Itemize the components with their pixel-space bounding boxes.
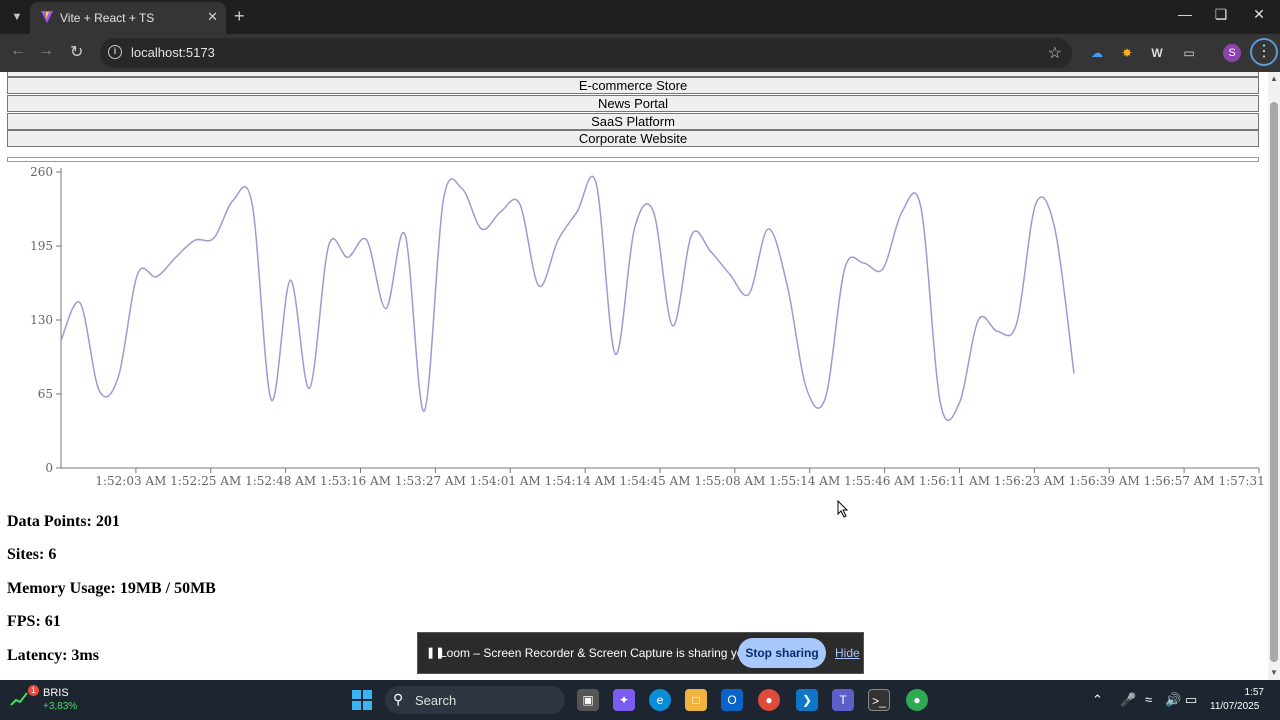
notification-badge: 1	[28, 685, 39, 696]
chrome-profile-icon[interactable]: ●	[906, 689, 928, 711]
taskbar-search[interactable]: ⚲ Search	[385, 686, 565, 714]
stop-sharing-button[interactable]: Stop sharing	[738, 638, 826, 668]
page-content: E-commerce Store News Portal SaaS Platfo…	[0, 72, 1268, 680]
x-tick-label: 1:53:27 AM	[395, 474, 466, 488]
battery-icon[interactable]: ▭	[1185, 692, 1197, 708]
x-tick-label: 1:57:31 AM	[1218, 474, 1268, 488]
x-tick-label: 1:54:45 AM	[619, 474, 690, 488]
url-text[interactable]: localhost:5173	[131, 45, 215, 60]
sites-stat: Sites: 6	[7, 546, 57, 563]
star-icon[interactable]: ☆	[1048, 43, 1062, 63]
back-icon[interactable]: ←	[10, 42, 26, 60]
restore-icon[interactable]: ❏	[1206, 6, 1236, 23]
x-tick-label: 1:55:08 AM	[694, 474, 765, 488]
x-tick-label: 1:56:57 AM	[1144, 474, 1215, 488]
scroll-up-icon[interactable]: ▲	[1270, 74, 1278, 83]
x-tick-label: 1:56:11 AM	[919, 474, 990, 488]
site-button-saas[interactable]: SaaS Platform	[7, 113, 1259, 130]
file-explorer-icon[interactable]: □	[685, 689, 707, 711]
y-tick-label: 0	[45, 461, 53, 475]
copilot-icon[interactable]: ✦	[613, 689, 635, 711]
scroll-thumb[interactable]	[1270, 102, 1278, 662]
outlook-icon[interactable]: O	[721, 689, 743, 711]
series-line	[60, 175, 1075, 422]
extension-w-icon[interactable]: W	[1148, 44, 1166, 62]
scroll-down-icon[interactable]: ▼	[1270, 668, 1278, 677]
x-tick-label: 1:54:14 AM	[545, 474, 616, 488]
x-tick-label: 1:55:46 AM	[844, 474, 915, 488]
close-icon[interactable]: ✕	[207, 9, 218, 25]
page-scrollbar[interactable]: ▲ ▼	[1268, 72, 1280, 680]
window-close-icon[interactable]: ✕	[1244, 6, 1274, 23]
fps-stat: FPS: 61	[7, 613, 61, 630]
wifi-icon[interactable]: ≈	[1145, 692, 1152, 707]
stock-name[interactable]: BRIS	[43, 687, 69, 699]
reload-icon[interactable]: ↻	[70, 42, 83, 62]
x-tick-label: 1:52:03 AM	[95, 474, 166, 488]
minimize-icon[interactable]: —	[1170, 6, 1200, 22]
y-tick-label: 65	[38, 387, 53, 401]
x-tick-label: 1:52:48 AM	[245, 474, 316, 488]
vscode-icon[interactable]: ❯	[796, 689, 818, 711]
latency-stat: Latency: 3ms	[7, 647, 99, 664]
windows-taskbar	[0, 680, 1280, 720]
search-label: Search	[415, 693, 457, 708]
browser-toolbar: ← → ↻ i localhost:5173 ☆ ☁ ✸ W ▭ S ⋮	[0, 34, 1280, 72]
address-bar[interactable]: i localhost:5173 ☆	[100, 38, 1072, 68]
search-icon: ⚲	[393, 691, 404, 707]
x-tick-label: 1:55:14 AM	[769, 474, 840, 488]
memory-stat: Memory Usage: 19MB / 50MB	[7, 580, 216, 597]
tab-search-chevron-icon[interactable]: ▼	[6, 7, 28, 27]
tab-title: Vite + React + TS	[60, 11, 155, 25]
clock-date[interactable]: 11/07/2025	[1210, 701, 1259, 712]
vite-logo-icon	[41, 11, 53, 23]
loom-sharing-banner: ❚❚ Loom – Screen Recorder & Screen Captu…	[417, 632, 864, 674]
teams-icon[interactable]: T	[832, 689, 854, 711]
edge-icon[interactable]: e	[649, 689, 671, 711]
kebab-menu-icon[interactable]: ⋮	[1250, 38, 1278, 66]
y-tick-label: 130	[30, 313, 53, 327]
site-button-news[interactable]: News Portal	[7, 95, 1259, 112]
plus-icon[interactable]: +	[234, 6, 245, 27]
chrome-icon[interactable]: ●	[758, 689, 780, 711]
browser-tab[interactable]: Vite + React + TS ✕	[30, 2, 226, 34]
info-icon[interactable]: i	[108, 45, 122, 59]
x-tick-label: 1:56:23 AM	[994, 474, 1065, 488]
data-points-stat: Data Points: 201	[7, 513, 120, 530]
site-button-corporate[interactable]: Corporate Website	[7, 130, 1259, 147]
volume-icon[interactable]: 🔊	[1165, 692, 1181, 708]
stock-chart-icon	[10, 692, 28, 706]
forward-icon[interactable]: →	[38, 42, 54, 60]
avatar[interactable]: S	[1223, 44, 1241, 62]
x-tick-label: 1:56:39 AM	[1069, 474, 1140, 488]
hide-link[interactable]: Hide	[835, 646, 860, 660]
mouse-cursor-icon	[837, 500, 849, 518]
extension-loom-icon[interactable]: ✸	[1118, 44, 1136, 62]
line-chart: 0 65 130 195 260 1:52:03 AM 1:52:25 AM 1:52:48 …	[0, 162, 1268, 502]
y-tick-label: 195	[30, 239, 53, 253]
tab-strip: ▼ Vite + React + TS ✕ + — ❏ ✕	[0, 0, 1280, 34]
x-tick-label: 1:53:16 AM	[320, 474, 391, 488]
chart-svg: 0 65 130 195 260 1:52:03 AM 1:52:25 AM 1:52:48 …	[30, 165, 1268, 488]
extension-cloud-icon[interactable]: ☁	[1088, 44, 1106, 62]
stock-change: +3,83%	[43, 701, 78, 712]
microphone-icon[interactable]: 🎤	[1120, 692, 1136, 708]
terminal-icon[interactable]: >_	[868, 689, 890, 711]
clock-time[interactable]: 1:57	[1230, 687, 1264, 698]
x-tick-label: 1:52:25 AM	[170, 474, 241, 488]
y-tick-label: 260	[30, 165, 53, 179]
site-button-ecommerce[interactable]: E-commerce Store	[7, 77, 1259, 94]
x-tick-label: 1:54:01 AM	[470, 474, 541, 488]
extension-icon[interactable]: ▭	[1180, 44, 1198, 62]
task-view-icon[interactable]: ▣	[577, 689, 599, 711]
windows-start-icon[interactable]	[352, 690, 372, 710]
tray-chevron-icon[interactable]: ⌃	[1092, 692, 1103, 708]
